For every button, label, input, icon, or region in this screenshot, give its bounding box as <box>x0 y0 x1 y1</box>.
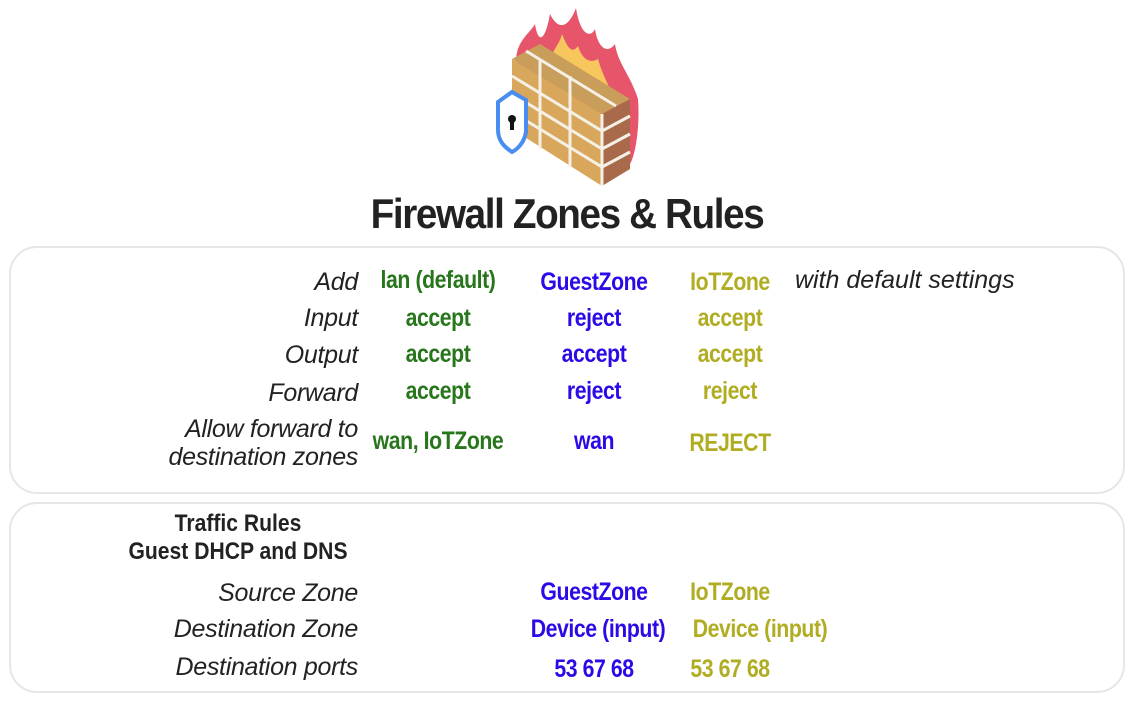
lan-output-value: accept <box>405 340 471 368</box>
guest-allow-forward-value: wan <box>573 427 615 455</box>
lan-input-value: accept <box>405 304 471 332</box>
row-label-destination-zone: Destination Zone <box>173 615 359 643</box>
guest-forward-value: reject <box>566 377 622 405</box>
guest-destination-zone-value: Device (input) <box>530 615 666 643</box>
zone-header-guest: GuestZone <box>540 268 648 296</box>
iot-allow-forward-value: REJECT <box>689 429 771 457</box>
zone-header-iot: IoTZone <box>690 268 770 296</box>
add-label: Add <box>314 268 358 296</box>
row-label-allow-forward-line1: Allow forward to <box>184 415 358 443</box>
iot-source-zone-value: IoTZone <box>690 578 770 606</box>
iot-forward-value: reject <box>702 377 758 405</box>
default-settings-note: with default settings <box>795 266 1015 294</box>
traffic-rules-heading: Traffic Rules <box>174 510 302 537</box>
iot-input-value: accept <box>697 304 763 332</box>
page-title: Firewall Zones & Rules <box>370 190 765 237</box>
zone-header-lan: lan (default) <box>380 266 496 294</box>
guest-destination-ports-value: 53 67 68 <box>554 655 634 683</box>
row-label-forward: Forward <box>268 379 358 407</box>
iot-destination-ports-value: 53 67 68 <box>690 655 770 683</box>
shield-icon <box>496 89 528 155</box>
row-label-allow-forward-line2: destination zones <box>168 443 359 471</box>
lan-forward-value: accept <box>405 377 471 405</box>
guest-input-value: reject <box>566 304 622 332</box>
guest-source-zone-value: GuestZone <box>540 578 648 606</box>
lan-allow-forward-value: wan, IoTZone <box>372 427 504 455</box>
row-label-output: Output <box>284 341 359 369</box>
traffic-rules-subheading: Guest DHCP and DNS <box>128 538 348 565</box>
firewall-icon <box>496 8 639 186</box>
row-label-source-zone: Source Zone <box>218 579 358 607</box>
iot-output-value: accept <box>697 340 763 368</box>
guest-output-value: accept <box>561 340 627 368</box>
iot-destination-zone-value: Device (input) <box>692 615 828 643</box>
row-label-input: Input <box>303 304 358 332</box>
row-label-destination-ports: Destination ports <box>175 653 359 681</box>
